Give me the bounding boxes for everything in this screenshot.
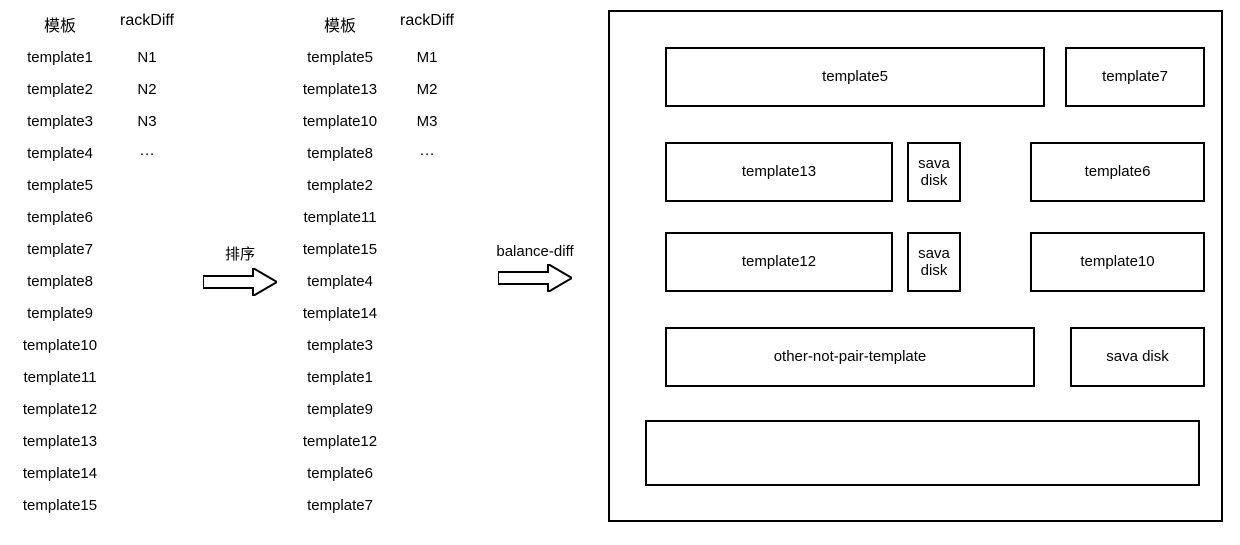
table-row: N1	[112, 42, 182, 74]
sort-arrow: 排序	[200, 243, 280, 296]
table-row: template13	[295, 74, 385, 106]
box-template5: template5	[665, 47, 1045, 107]
table-row: template15	[15, 490, 105, 522]
table-row: N3	[112, 106, 182, 138]
box-bottom-empty	[645, 420, 1200, 486]
box-template7: template7	[1065, 47, 1205, 107]
table1-templates-column: 模板 template1 template2 template3 templat…	[15, 12, 105, 522]
table-row: template14	[295, 298, 385, 330]
box-sava-disk-3: sava disk	[1070, 327, 1205, 387]
table-row: M1	[392, 42, 462, 74]
table-row: template7	[295, 490, 385, 522]
table-row: template11	[295, 202, 385, 234]
box-sava-disk-2: sava disk	[907, 232, 961, 292]
balance-diff-arrow: balance-diff	[480, 243, 590, 292]
table-row: template4	[295, 266, 385, 298]
table-row: N2	[112, 74, 182, 106]
table1-rackdiff-header: rackDiff	[112, 12, 182, 42]
table-row: template10	[15, 330, 105, 362]
table-row: template7	[15, 234, 105, 266]
table-row: template10	[295, 106, 385, 138]
box-sava-disk-1: sava disk	[907, 142, 961, 202]
table-row: template8	[15, 266, 105, 298]
table-row: template1	[295, 362, 385, 394]
table-row: template3	[15, 106, 105, 138]
box-template13: template13	[665, 142, 893, 202]
table-row: template6	[15, 202, 105, 234]
table2-rackdiff-header: rackDiff	[392, 12, 462, 42]
box-template10: template10	[1030, 232, 1205, 292]
table2-rackdiff-column: rackDiff M1 M2 M3 ···	[392, 12, 462, 170]
table-row: template4	[15, 138, 105, 170]
balance-diff-arrow-label: balance-diff	[480, 243, 590, 264]
table-row: M3	[392, 106, 462, 138]
table-row: ···	[112, 138, 182, 170]
box-other-not-pair-template: other-not-pair-template	[665, 327, 1035, 387]
table-row: template2	[15, 74, 105, 106]
table-row: template1	[15, 42, 105, 74]
table-row: template12	[295, 426, 385, 458]
table2-template-header: 模板	[295, 12, 385, 42]
box-template6: template6	[1030, 142, 1205, 202]
table-row: template5	[295, 42, 385, 74]
arrow-right-icon	[203, 268, 277, 296]
table-row: template13	[15, 426, 105, 458]
table-row: template8	[295, 138, 385, 170]
table-row: template12	[15, 394, 105, 426]
layout-box: template5 template7 template13 sava disk…	[608, 10, 1223, 522]
table1-template-header: 模板	[15, 12, 105, 42]
table2-templates-column: 模板 template5 template13 template10 templ…	[295, 12, 385, 522]
table-row: template9	[295, 394, 385, 426]
table-row: template14	[15, 458, 105, 490]
table-row: template6	[295, 458, 385, 490]
table-row: ···	[392, 138, 462, 170]
table-row: template15	[295, 234, 385, 266]
table-row: M2	[392, 74, 462, 106]
sort-arrow-label: 排序	[200, 243, 280, 268]
table1-rackdiff-column: rackDiff N1 N2 N3 ···	[112, 12, 182, 170]
table-row: template5	[15, 170, 105, 202]
table-row: template3	[295, 330, 385, 362]
table-row: template2	[295, 170, 385, 202]
table-row: template9	[15, 298, 105, 330]
table-row: template11	[15, 362, 105, 394]
box-template12: template12	[665, 232, 893, 292]
arrow-right-icon	[498, 264, 572, 292]
